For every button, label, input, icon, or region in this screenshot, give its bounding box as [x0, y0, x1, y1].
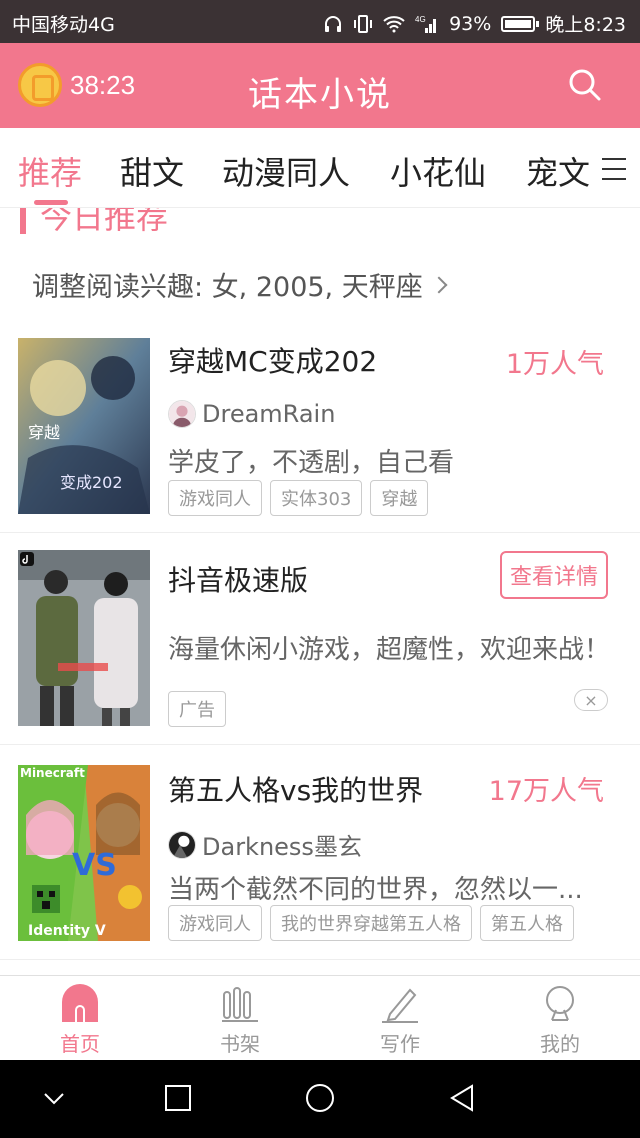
author-avatar [168, 400, 196, 428]
system-nav-bar [0, 1060, 640, 1138]
author-row[interactable]: DreamRain [168, 400, 335, 428]
tag-list: 游戏同人 实体303 穿越 [168, 480, 429, 516]
recent-apps-icon[interactable] [164, 1084, 192, 1114]
tab-sweet[interactable]: 甜文 [120, 148, 184, 194]
cover-text-2: VS [72, 848, 117, 883]
ad-item[interactable]: 抖音极速版 查看详情 海量休闲小游戏，超魔性，欢迎来战！ 广告 × [0, 533, 640, 745]
network-type-label: 4G [415, 15, 426, 24]
interest-text: 调整阅读兴趣: 女, 2005, 天秤座 [32, 272, 423, 303]
tag[interactable]: 游戏同人 [168, 480, 262, 516]
tag[interactable]: 实体303 [270, 480, 363, 516]
nav-write[interactable]: 写作 [320, 976, 480, 1061]
vibrate-icon [354, 14, 373, 33]
cover-text-1: Minecraft [20, 766, 85, 780]
author-name: DreamRain [202, 400, 336, 428]
ad-title[interactable]: 抖音极速版 [168, 559, 308, 599]
ad-tag-list: 广告 [168, 691, 226, 727]
ad-tag: 广告 [168, 691, 226, 727]
clock: 晚上8:23 [545, 14, 626, 36]
book-description: 当两个截然不同的世界，忽然以一... [168, 875, 583, 905]
tab-recommend[interactable]: 推荐 [18, 148, 82, 194]
nav-bookshelf-label: 书架 [220, 1032, 260, 1056]
section-title-text: 今日推荐 [40, 208, 169, 236]
author-row[interactable]: Darkness墨玄 [168, 827, 362, 862]
status-bar: 中国移动4G 4G 93% 晚上8:23 [0, 0, 640, 43]
book-title[interactable]: 第五人格vs我的世界 [168, 769, 423, 809]
home-icon [62, 984, 98, 1022]
tag[interactable]: 我的世界穿越第五人格 [270, 905, 472, 941]
nav-bookshelf[interactable]: 书架 [160, 976, 320, 1061]
category-tabs: 推荐 甜文 动漫同人 小花仙 宠文 [0, 128, 640, 208]
tag-list: 游戏同人 我的世界穿越第五人格 第五人格 [168, 905, 574, 941]
list-item[interactable]: 穿越 变成202 穿越MC变成202 1万人气 DreamRain 学皮了，不透… [0, 318, 640, 533]
cover-text-1: 穿越 [28, 423, 60, 442]
tag[interactable]: 穿越 [370, 480, 429, 516]
home-button-icon[interactable] [304, 1084, 336, 1116]
author-name: Darkness墨玄 [202, 833, 362, 861]
book-cover[interactable]: Minecraft VS Identity V [18, 765, 150, 941]
nav-home[interactable]: 首页 [0, 976, 160, 1061]
headphones-icon [325, 15, 342, 32]
battery-icon [501, 15, 540, 32]
nav-profile[interactable]: 我的 [480, 976, 640, 1061]
signal-icon: 4G [415, 15, 437, 33]
app-title: 话本小说 [248, 75, 392, 115]
book-title[interactable]: 穿越MC变成202 [168, 340, 377, 380]
nav-write-label: 写作 [380, 1032, 420, 1056]
tab-xiaohuaxian[interactable]: 小花仙 [390, 148, 486, 194]
bottom-nav: 首页 书架 写作 我的 [0, 975, 640, 1060]
ad-description: 海量休闲小游戏，超魔性，欢迎来战！ [168, 635, 611, 665]
tab-pampered[interactable]: 宠文 [526, 148, 590, 194]
active-tab-indicator [34, 200, 68, 205]
battery-percent: 93% [449, 12, 492, 35]
cover-text-3: Identity V [28, 923, 106, 939]
popularity-label: 1万人气 [505, 349, 604, 380]
nav-home-label: 首页 [60, 1032, 100, 1056]
search-icon[interactable] [568, 68, 602, 102]
book-description: 学皮了，不透剧，自己看 [168, 448, 455, 478]
close-ad-button[interactable]: × [574, 689, 608, 711]
ad-image[interactable] [18, 550, 150, 726]
status-icons: 4G 93% 晚上8:23 [323, 10, 626, 37]
wifi-icon [383, 15, 405, 32]
chevron-right-icon [430, 276, 448, 293]
hide-keyboard-icon[interactable] [42, 1084, 66, 1114]
tab-anime-fanfic[interactable]: 动漫同人 [222, 148, 350, 194]
author-avatar [168, 830, 196, 859]
popularity-label: 17万人气 [488, 776, 604, 807]
tag[interactable]: 第五人格 [480, 905, 574, 941]
menu-icon[interactable] [600, 156, 628, 182]
nav-profile-label: 我的 [540, 1032, 580, 1056]
section-title-bar [20, 208, 26, 234]
tag[interactable]: 游戏同人 [168, 905, 262, 941]
list-item[interactable]: Minecraft VS Identity V 第五人格vs我的世界 17万人气… [0, 745, 640, 960]
section-title: 今日推荐 [20, 208, 320, 236]
profile-icon [546, 986, 574, 1021]
back-icon[interactable] [448, 1084, 476, 1114]
adjust-interest-link[interactable]: 调整阅读兴趣: 女, 2005, 天秤座 [32, 265, 448, 304]
pen-icon [382, 988, 418, 1023]
bookshelf-icon [222, 987, 258, 1022]
book-cover[interactable]: 穿越 变成202 [18, 338, 150, 514]
app-header: 38:23 话本小说 [0, 43, 640, 128]
cover-text-2: 变成202 [60, 473, 123, 492]
view-details-button[interactable]: 查看详情 [499, 551, 608, 599]
carrier-label: 中国移动4G [12, 14, 115, 36]
